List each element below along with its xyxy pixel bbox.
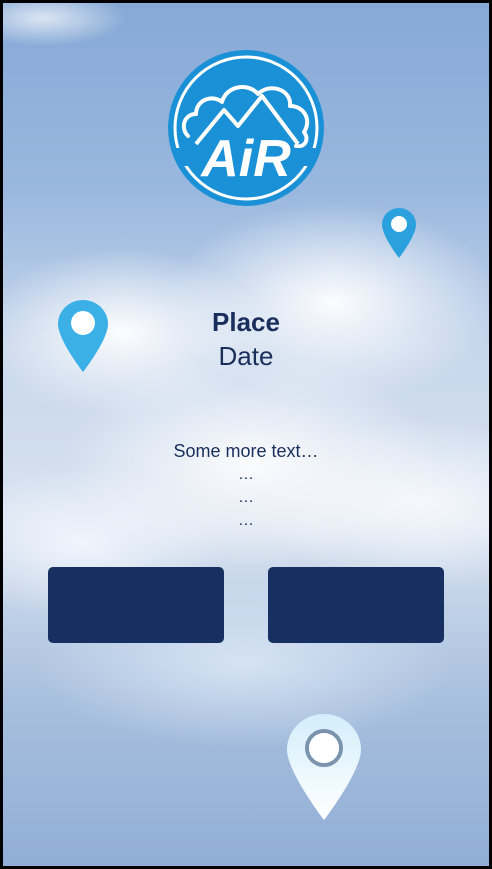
place-title: Place bbox=[212, 307, 280, 337]
left-action-button[interactable] bbox=[48, 567, 224, 643]
details-line: … bbox=[238, 466, 254, 483]
logo-text: AiR bbox=[199, 130, 291, 188]
right-action-button[interactable] bbox=[268, 567, 444, 643]
location-pin-icon[interactable] bbox=[382, 208, 416, 258]
details-line: … bbox=[238, 489, 254, 506]
details-text: Some more text… bbox=[173, 441, 319, 461]
details-line: … bbox=[238, 512, 254, 529]
date-text: Date bbox=[218, 341, 274, 371]
location-pin-icon[interactable] bbox=[287, 714, 361, 820]
air-logo: AiR bbox=[168, 50, 324, 206]
app-screen: AiR Place Date Some more text… … … … bbox=[3, 3, 489, 866]
